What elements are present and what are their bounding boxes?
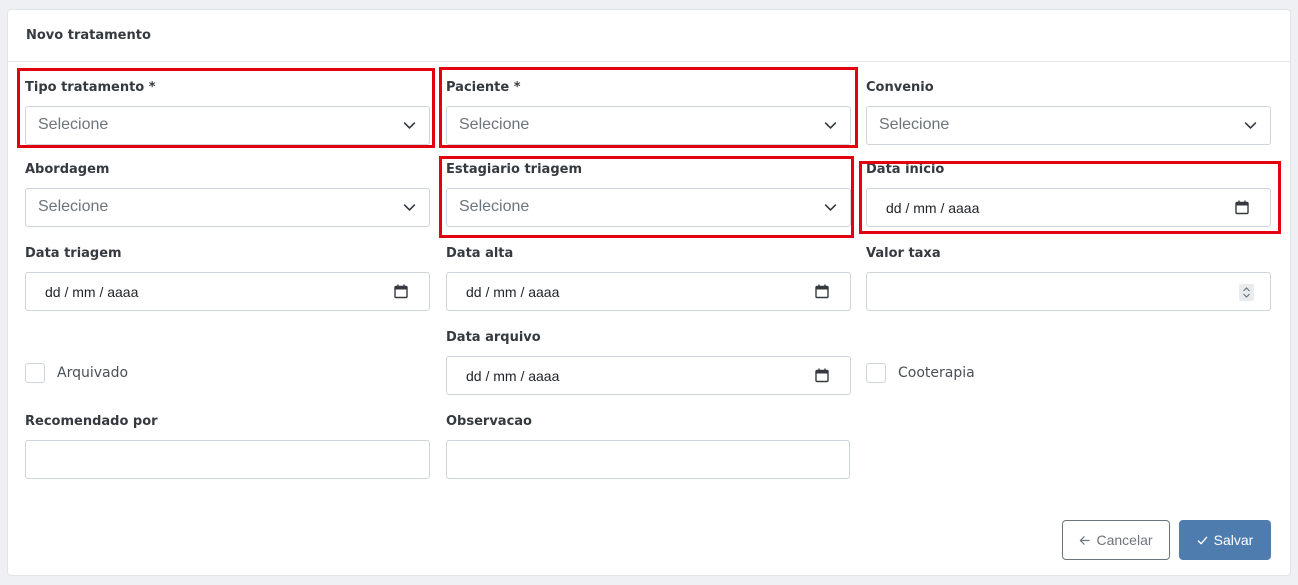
number-spinner[interactable] [1239,284,1254,301]
arquivado-label: Arquivado [57,365,129,381]
spinner-arrows-icon [1243,287,1250,298]
observacao-label: Observacao [446,414,532,429]
calendar-icon[interactable] [815,284,829,299]
chevron-down-icon [403,122,416,129]
data-inicio-label: Data inicio [866,162,945,177]
field-valor-taxa: Valor taxa [866,246,1271,261]
calendar-icon[interactable] [394,284,408,299]
field-abordagem: Abordagem [25,162,430,177]
paciente-value: Selecione [459,116,530,133]
chevron-down-icon [1244,122,1257,129]
observacao-input[interactable] [446,440,850,479]
valor-taxa-label: Valor taxa [866,246,941,261]
field-data-arquivo: Data arquivo [446,330,851,345]
convenio-label: Convenio [866,80,934,95]
cancel-button-label: Cancelar [1096,532,1153,548]
field-data-triagem: Data triagem [25,246,430,261]
data-alta-label: Data alta [446,246,514,261]
tipo-tratamento-select[interactable]: Selecione [25,106,430,145]
card-header: Novo tratamento [8,10,1290,62]
cooterapia-label: Cooterapia [898,365,975,381]
valor-taxa-input[interactable] [866,272,1271,311]
abordagem-value: Selecione [38,198,109,215]
field-paciente: Paciente * [446,80,851,95]
data-triagem-input[interactable]: dd / mm / aaaa [25,272,430,311]
data-alta-input[interactable]: dd / mm / aaaa [446,272,851,311]
calendar-icon[interactable] [1235,200,1249,215]
field-data-inicio: Data inicio [866,162,1271,177]
recomendado-por-input[interactable] [25,440,430,479]
chevron-down-icon [824,122,837,129]
tipo-tratamento-value: Selecione [38,116,109,133]
convenio-select[interactable]: Selecione [866,106,1271,145]
field-recomendado-por: Recomendado por [25,414,430,429]
data-inicio-input[interactable]: dd / mm / aaaa [866,188,1271,227]
cooterapia-checkbox[interactable] [866,363,886,383]
tipo-tratamento-label: Tipo tratamento * [25,80,156,95]
field-observacao: Observacao [446,414,851,429]
recomendado-por-label: Recomendado por [25,414,158,429]
convenio-value: Selecione [879,116,950,133]
cancel-button[interactable]: Cancelar [1062,520,1170,560]
data-arquivo-label: Data arquivo [446,330,541,345]
save-button-label: Salvar [1213,532,1254,548]
paciente-label: Paciente * [446,80,521,95]
chevron-down-icon [403,204,416,211]
data-triagem-label: Data triagem [25,246,122,261]
abordagem-label: Abordagem [25,162,110,177]
abordagem-select[interactable]: Selecione [25,188,430,227]
data-alta-value: dd / mm / aaaa [466,284,560,300]
estagiario-triagem-select[interactable]: Selecione [446,188,851,227]
data-inicio-value: dd / mm / aaaa [886,200,980,216]
field-tipo-tratamento: Tipo tratamento * [25,80,430,95]
estagiario-triagem-value: Selecione [459,198,530,215]
data-triagem-value: dd / mm / aaaa [45,284,139,300]
chevron-down-icon [824,204,837,211]
check-icon [1197,536,1207,544]
data-arquivo-value: dd / mm / aaaa [466,368,560,384]
calendar-icon[interactable] [815,368,829,383]
field-convenio: Convenio [866,80,1271,95]
page-title: Novo tratamento [26,28,151,43]
paciente-select[interactable]: Selecione [446,106,851,145]
estagiario-triagem-label: Estagiario triagem [446,162,582,177]
arquivado-checkbox[interactable] [25,363,45,383]
data-arquivo-input[interactable]: dd / mm / aaaa [446,356,851,395]
field-estagiario-triagem: Estagiario triagem [446,162,851,177]
field-data-alta: Data alta [446,246,851,261]
save-button[interactable]: Salvar [1179,520,1271,560]
arrow-left-icon [1080,535,1091,545]
